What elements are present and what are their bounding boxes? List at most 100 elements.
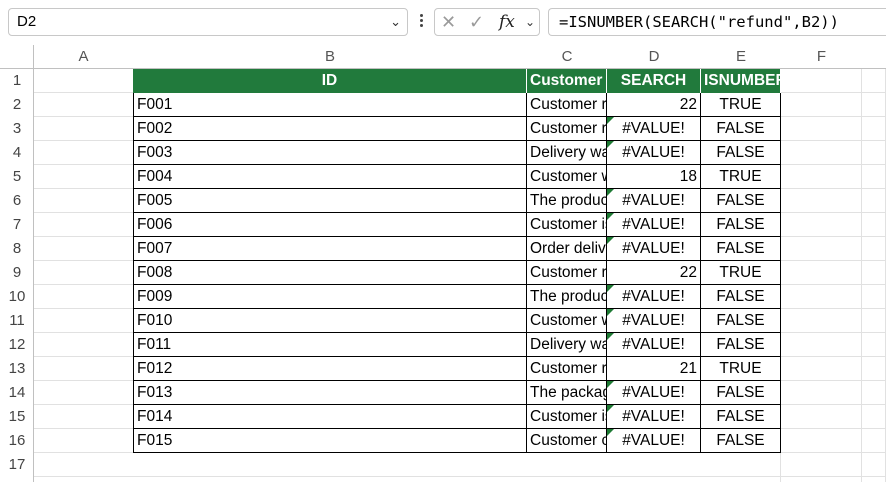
cell-isnumber[interactable]: TRUE <box>701 165 781 189</box>
column-header-a[interactable]: A <box>34 45 133 69</box>
cell-isnumber[interactable]: FALSE <box>701 213 781 237</box>
header-cell-search[interactable]: SEARCH <box>607 69 701 93</box>
cell-id[interactable]: F006 <box>133 213 527 237</box>
cell-search[interactable]: 22 <box>607 261 701 285</box>
row-header[interactable]: 9 <box>0 261 34 285</box>
cell-isnumber[interactable]: FALSE <box>701 333 781 357</box>
row-header[interactable]: 1 <box>0 69 34 93</box>
select-all-corner[interactable] <box>0 45 34 69</box>
cell-isnumber[interactable]: TRUE <box>701 261 781 285</box>
row-header[interactable]: 7 <box>0 213 34 237</box>
cell-id[interactable]: F004 <box>133 165 527 189</box>
more-options-icon[interactable] <box>418 12 424 32</box>
cell-search[interactable]: #VALUE! <box>607 309 701 333</box>
row-header[interactable]: 8 <box>0 237 34 261</box>
column-header-c[interactable]: C <box>527 45 607 69</box>
column-header-d[interactable]: D <box>607 45 701 69</box>
cell-search[interactable]: #VALUE! <box>607 405 701 429</box>
cell-id[interactable]: F002 <box>133 117 527 141</box>
cell-feedback[interactable]: The package was damaged <box>527 381 607 405</box>
cell-feedback[interactable]: Delivery was late <box>527 333 607 357</box>
row-header[interactable]: 12 <box>0 333 34 357</box>
row-header[interactable]: 6 <box>0 189 34 213</box>
row-header[interactable]: 13 <box>0 357 34 381</box>
cell-id[interactable]: F009 <box>133 285 527 309</box>
cell-id[interactable]: F011 <box>133 333 527 357</box>
gridline <box>861 69 862 482</box>
row-header[interactable]: 4 <box>0 141 34 165</box>
cell-isnumber[interactable]: FALSE <box>701 189 781 213</box>
cell-feedback[interactable]: Customer received a refund <box>527 357 607 381</box>
header-cell-feedback[interactable]: Customer Feedback <box>527 69 607 93</box>
worksheet-grid[interactable]: ABCDEF 1 IDCustomer FeedbackSEARCHISNUMBER… <box>0 45 886 482</box>
cell-feedback[interactable]: Customer wants to return the product <box>527 309 607 333</box>
chevron-down-icon[interactable]: ⌄ <box>390 9 401 35</box>
cell-isnumber[interactable]: FALSE <box>701 381 781 405</box>
cell-feedback[interactable]: Customer wants a refund <box>527 165 607 189</box>
cell-id[interactable]: F013 <box>133 381 527 405</box>
column-header-b[interactable]: B <box>133 45 527 69</box>
cell-id[interactable]: F012 <box>133 357 527 381</box>
cell-feedback[interactable]: Delivery was very fast <box>527 141 607 165</box>
cell-id[interactable]: F010 <box>133 309 527 333</box>
header-cell-isnumber[interactable]: ISNUMBER <box>701 69 781 93</box>
row-header[interactable]: 5 <box>0 165 34 189</box>
cell-id[interactable]: F007 <box>133 237 527 261</box>
cell-isnumber[interactable]: FALSE <box>701 309 781 333</box>
cell-search[interactable]: 18 <box>607 165 701 189</box>
cell-id[interactable]: F001 <box>133 93 527 117</box>
cell-feedback[interactable]: Customer requested a refund <box>527 93 607 117</box>
cell-search[interactable]: #VALUE! <box>607 213 701 237</box>
cell-isnumber[interactable]: FALSE <box>701 237 781 261</box>
row-header[interactable]: 3 <box>0 117 34 141</box>
cell-isnumber[interactable]: FALSE <box>701 141 781 165</box>
row-header[interactable]: 2 <box>0 93 34 117</box>
row-header[interactable]: 14 <box>0 381 34 405</box>
cell-search[interactable]: #VALUE! <box>607 189 701 213</box>
cell-isnumber[interactable]: FALSE <box>701 285 781 309</box>
cell-search[interactable]: #VALUE! <box>607 141 701 165</box>
header-cell-id[interactable]: ID <box>133 69 527 93</box>
cell-feedback[interactable]: Customer is satisfied with the purchase <box>527 405 607 429</box>
column-header-f[interactable]: F <box>781 45 862 69</box>
row-header[interactable]: 16 <box>0 429 34 453</box>
cell-feedback[interactable]: Order delivery was delayed <box>527 237 607 261</box>
cell-isnumber[interactable]: FALSE <box>701 429 781 453</box>
cell-search[interactable]: 21 <box>607 357 701 381</box>
cell-id[interactable]: F015 <box>133 429 527 453</box>
cell-search[interactable]: #VALUE! <box>607 285 701 309</box>
cell-id[interactable]: F003 <box>133 141 527 165</box>
cell-feedback[interactable]: The product quality is excellent <box>527 285 607 309</box>
cell-feedback[interactable]: The product arrived damaged <box>527 189 607 213</box>
cell-search[interactable]: #VALUE! <box>607 333 701 357</box>
gridline <box>34 476 886 477</box>
cell-feedback[interactable]: Customer requested a refund yesterday <box>527 261 607 285</box>
cell-isnumber[interactable]: TRUE <box>701 357 781 381</box>
chevron-down-icon[interactable]: ⌄ <box>525 9 535 35</box>
formula-input[interactable]: =ISNUMBER(SEARCH("refund",B2)) <box>548 8 886 36</box>
cell-search[interactable]: #VALUE! <box>607 237 701 261</box>
cell-feedback[interactable]: Customer received the wrong item <box>527 117 607 141</box>
cell-search[interactable]: 22 <box>607 93 701 117</box>
name-box[interactable]: D2 ⌄ <box>8 8 408 36</box>
row-header[interactable]: 11 <box>0 309 34 333</box>
cell-search[interactable]: #VALUE! <box>607 429 701 453</box>
cell-id[interactable]: F014 <box>133 405 527 429</box>
cell-isnumber[interactable]: FALSE <box>701 117 781 141</box>
cell-id[interactable]: F008 <box>133 261 527 285</box>
cell-feedback[interactable]: Customer is happy with the service <box>527 213 607 237</box>
row-header[interactable]: 15 <box>0 405 34 429</box>
cell-search[interactable]: #VALUE! <box>607 381 701 405</box>
row-header[interactable]: 17 <box>0 453 34 477</box>
cell-id[interactable]: F005 <box>133 189 527 213</box>
cell-isnumber[interactable]: FALSE <box>701 405 781 429</box>
formula-controls: ✕ ✓ fx ⌄ <box>434 8 540 36</box>
column-header-e[interactable]: E <box>701 45 781 69</box>
insert-function-icon[interactable]: fx <box>499 9 515 35</box>
cancel-icon[interactable]: ✕ <box>441 9 456 35</box>
cell-search[interactable]: #VALUE! <box>607 117 701 141</box>
row-header[interactable]: 10 <box>0 285 34 309</box>
cell-feedback[interactable]: Customer complained about poor service <box>527 429 607 453</box>
cell-isnumber[interactable]: TRUE <box>701 93 781 117</box>
enter-check-icon[interactable]: ✓ <box>469 9 484 35</box>
